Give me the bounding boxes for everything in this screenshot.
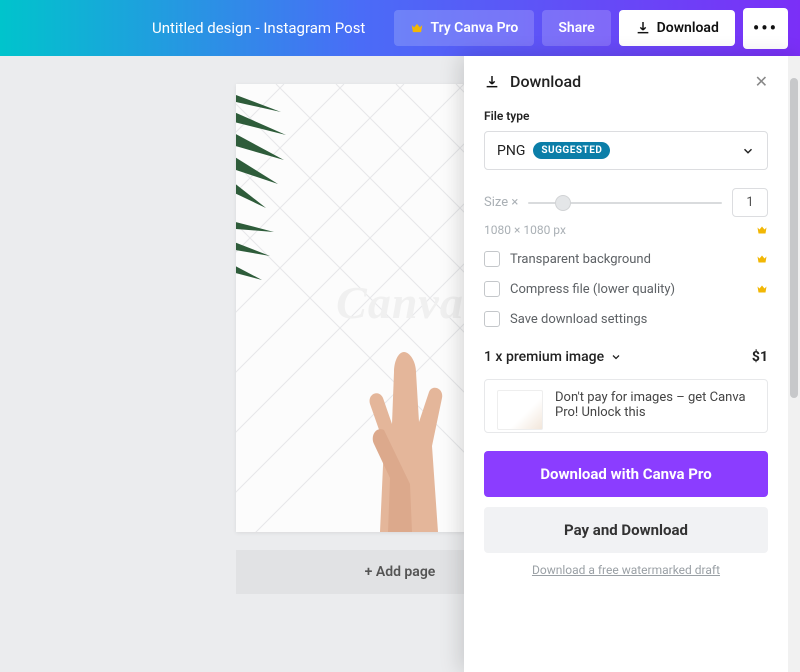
- save-settings-label: Save download settings: [510, 312, 647, 327]
- checkbox-icon: [484, 281, 500, 297]
- size-slider[interactable]: [528, 202, 722, 204]
- hands-image: [334, 352, 484, 532]
- crown-icon: [410, 21, 424, 35]
- download-button[interactable]: Download: [619, 10, 735, 46]
- chevron-down-icon: [741, 144, 755, 158]
- compress-label: Compress file (lower quality): [510, 282, 675, 297]
- premium-summary-dropdown[interactable]: 1 x premium image $1: [484, 349, 768, 365]
- canva-pro-promo[interactable]: Don't pay for images – get Canva Pro! Un…: [484, 379, 768, 433]
- try-canva-pro-button[interactable]: Try Canva Pro: [394, 10, 534, 46]
- download-button-label: Download: [657, 20, 719, 36]
- transparent-bg-label: Transparent background: [510, 252, 651, 267]
- suggested-badge: SUGGESTED: [533, 142, 610, 159]
- more-menu-button[interactable]: •••: [743, 8, 788, 49]
- canva-watermark: Canva: [336, 276, 464, 329]
- file-type-label: File type: [484, 109, 768, 123]
- palm-leaf-image-2: [236, 214, 284, 304]
- document-title[interactable]: Untitled design - Instagram Post: [152, 19, 365, 37]
- price-text: $1: [752, 349, 768, 365]
- size-input[interactable]: 1: [732, 188, 768, 217]
- premium-summary-text: 1 x premium image: [484, 349, 604, 365]
- download-with-pro-button[interactable]: Download with Canva Pro: [484, 451, 768, 497]
- transparent-bg-checkbox[interactable]: Transparent background: [484, 251, 768, 267]
- checkbox-icon: [484, 311, 500, 327]
- try-canva-pro-label: Try Canva Pro: [430, 20, 518, 36]
- save-settings-checkbox[interactable]: Save download settings: [484, 311, 768, 327]
- promo-thumbnail: [497, 390, 543, 430]
- watermarked-draft-link[interactable]: Download a free watermarked draft: [484, 563, 768, 577]
- crown-icon: [756, 283, 768, 295]
- pay-and-download-button[interactable]: Pay and Download: [484, 507, 768, 553]
- crown-icon: [756, 253, 768, 265]
- promo-text: Don't pay for images – get Canva Pro! Un…: [555, 390, 755, 420]
- size-label: Size ×: [484, 195, 518, 210]
- download-icon: [635, 20, 651, 36]
- checkbox-icon: [484, 251, 500, 267]
- panel-scrollbar[interactable]: [788, 56, 800, 672]
- download-icon: [484, 74, 500, 90]
- compress-checkbox[interactable]: Compress file (lower quality): [484, 281, 768, 297]
- slider-thumb[interactable]: [555, 195, 571, 211]
- close-icon[interactable]: ✕: [755, 72, 768, 91]
- crown-icon: [756, 224, 768, 236]
- panel-title: Download: [510, 72, 745, 91]
- chevron-down-icon: [610, 351, 622, 363]
- scrollbar-thumb[interactable]: [790, 78, 798, 398]
- file-type-select[interactable]: PNG SUGGESTED: [484, 131, 768, 170]
- file-type-value: PNG: [497, 143, 525, 159]
- share-button[interactable]: Share: [542, 10, 610, 46]
- topbar: Untitled design - Instagram Post Try Can…: [0, 0, 800, 56]
- dimensions-text: 1080 × 1080 px: [484, 223, 566, 237]
- download-panel: Download ✕ File type PNG SUGGESTED Size …: [464, 56, 800, 672]
